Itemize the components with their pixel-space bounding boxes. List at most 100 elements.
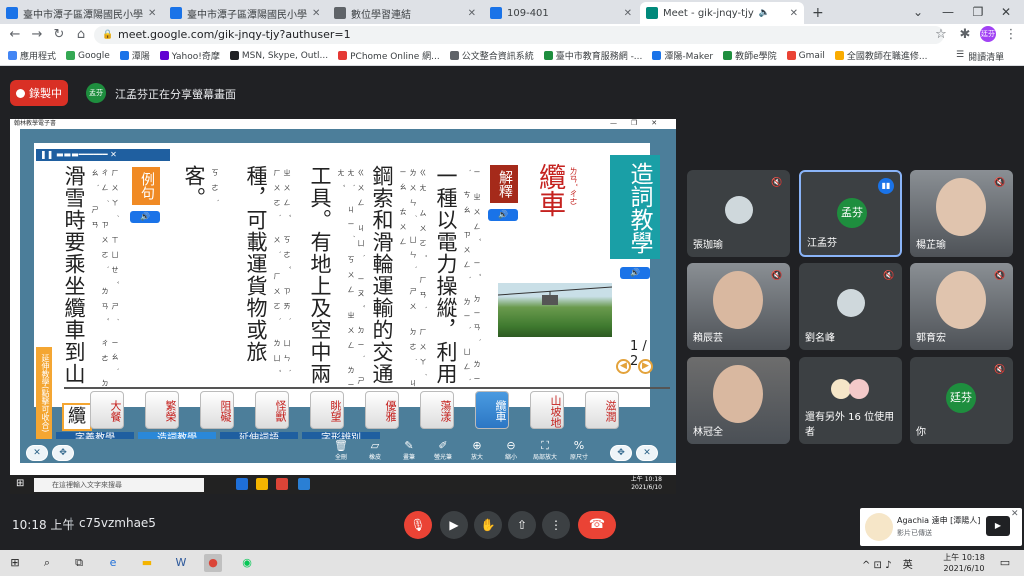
word-card[interactable]: 滋潤 bbox=[585, 391, 619, 429]
move-tool-button[interactable]: ✥ bbox=[52, 445, 74, 461]
ebook-tool[interactable]: ✐ 螢光筆 bbox=[430, 439, 456, 461]
chrome-icon[interactable]: ● bbox=[204, 554, 222, 572]
toast-close-icon[interactable]: ✕ bbox=[1011, 509, 1019, 519]
tool-icon: ⊕ bbox=[472, 439, 482, 452]
move-tool-button-right[interactable]: ✥ bbox=[610, 445, 632, 461]
reload-icon[interactable]: ↻ bbox=[50, 26, 68, 44]
browser-tab[interactable]: 數位學習連結 ✕ bbox=[328, 2, 482, 24]
word-card[interactable]: 眺望 bbox=[310, 391, 344, 429]
recording-indicator[interactable]: 錄製中 bbox=[10, 80, 68, 106]
participant-tile[interactable]: 🔇 楊芷瑜 bbox=[910, 170, 1013, 257]
ebook-tool[interactable]: ⊖ 縮小 bbox=[498, 439, 524, 461]
browser-tab[interactable]: 109-401 ✕ bbox=[484, 2, 638, 24]
participant-tile[interactable]: 孟芬 ▮▮ 江孟芬 bbox=[799, 170, 902, 257]
tab-close-icon[interactable]: ✕ bbox=[468, 8, 476, 19]
bookmark-item[interactable]: 教師e學院 bbox=[723, 49, 777, 62]
next-page-button[interactable]: ▶ bbox=[638, 359, 653, 374]
tab-close-icon[interactable]: ✕ bbox=[312, 8, 320, 19]
bookmark-item[interactable]: 臺中市教育服務網 -... bbox=[543, 49, 642, 62]
bookmark-item[interactable]: 公文整合資訊系統 bbox=[449, 49, 534, 62]
meeting-code[interactable]: c75vzmhae5 bbox=[79, 516, 156, 530]
word-card[interactable]: 蕩漾 bbox=[420, 391, 454, 429]
bookmark-item[interactable]: 全國教師在職進修... bbox=[834, 49, 927, 62]
participant-tile[interactable]: 🔇 劉名峰 bbox=[799, 263, 902, 350]
word-icon[interactable]: W bbox=[172, 554, 190, 572]
participant-tile[interactable]: 🔇 郭育宏 bbox=[910, 263, 1013, 350]
profile-avatar[interactable]: 廷芬 bbox=[980, 26, 996, 42]
address-bar[interactable]: 🔒 meet.google.com/gik-jnqy-tjy?authuser=… bbox=[94, 26, 944, 44]
word-card[interactable]: 山坡地 bbox=[530, 391, 564, 429]
home-icon[interactable]: ⌂ bbox=[72, 26, 90, 44]
bookmark-item[interactable]: 應用程式 bbox=[8, 49, 56, 62]
mic-off-button[interactable]: 🎙 bbox=[404, 511, 432, 539]
word-card[interactable]: 優雅 bbox=[365, 391, 399, 429]
participant-tile[interactable]: 林冠全 bbox=[687, 357, 790, 444]
close-tool-button-right[interactable]: ✕ bbox=[636, 445, 658, 461]
ebook-tool[interactable]: 🗑 全刪 bbox=[328, 439, 354, 461]
record-dot-icon bbox=[16, 88, 25, 98]
ebook-tool[interactable]: ▱ 橡皮 bbox=[362, 439, 388, 461]
line-icon[interactable]: ◉ bbox=[238, 554, 256, 572]
close-tool-button[interactable]: ✕ bbox=[26, 445, 48, 461]
participant-tile[interactable]: 廷芬 🔇 你 bbox=[910, 357, 1013, 444]
close-window-icon[interactable]: ✕ bbox=[996, 3, 1016, 21]
bookmark-item[interactable]: 潭陽-Maker bbox=[652, 49, 713, 62]
taskbar-clock[interactable]: 上午 10:18 2021/6/10 bbox=[940, 552, 988, 574]
start-icon[interactable]: ⊞ bbox=[6, 554, 24, 572]
word-card[interactable]: 纜車 bbox=[475, 391, 509, 429]
ebook-tool[interactable]: % 原尺寸 bbox=[566, 439, 592, 461]
notification-center-icon[interactable]: ▭ bbox=[996, 554, 1014, 572]
browser-tab[interactable]: 臺中市潭子區潭陽國民小學 ✕ bbox=[0, 2, 162, 24]
edge-icon[interactable]: e bbox=[104, 554, 122, 572]
ebook-tool[interactable]: ⊕ 放大 bbox=[464, 439, 490, 461]
tab-close-icon[interactable]: ✕ bbox=[790, 8, 798, 19]
example-speaker-icon[interactable]: 🔊 bbox=[130, 211, 160, 223]
bookmark-item[interactable]: PChome Online 網... bbox=[338, 49, 440, 62]
prev-page-button[interactable]: ◀ bbox=[616, 359, 631, 374]
word-card[interactable]: 怪獸 bbox=[255, 391, 289, 429]
ebook-tool[interactable]: ✎ 畫筆 bbox=[396, 439, 422, 461]
bookmark-item[interactable]: Gmail bbox=[786, 51, 825, 61]
participant-tile[interactable]: 🔇 賴辰芸 bbox=[687, 263, 790, 350]
present-screen-button[interactable]: ⇧ bbox=[508, 511, 536, 539]
file-explorer-icon[interactable]: ▬ bbox=[138, 554, 156, 572]
bookmark-item[interactable]: 潭陽 bbox=[119, 49, 150, 62]
explain-speaker-icon[interactable]: 🔊 bbox=[488, 209, 518, 221]
word-card[interactable]: 大餐 bbox=[90, 391, 124, 429]
participant-tile[interactable]: 🔇 張珈瑜 bbox=[687, 170, 790, 257]
extension-sidebar-toggle[interactable]: 延伸教學(點擊可收合) bbox=[36, 347, 52, 439]
bookmark-item[interactable]: Yahoo!奇摩 bbox=[159, 49, 220, 62]
bookmark-star-icon[interactable]: ☆ bbox=[932, 26, 950, 44]
raise-hand-button[interactable]: ✋ bbox=[474, 511, 502, 539]
back-icon[interactable]: ← bbox=[6, 26, 24, 44]
task-view-icon[interactable]: ⧉ bbox=[70, 554, 88, 572]
browser-tab[interactable]: 臺中市潭子區潭陽國民小學 ✕ bbox=[164, 2, 326, 24]
more-menu-icon[interactable]: ⋮ bbox=[1002, 26, 1020, 44]
bookmark-item[interactable]: MSN, Skype, Outl... bbox=[229, 51, 328, 61]
reading-list[interactable]: ☰ 閱讀清單 bbox=[956, 50, 1004, 63]
more-options-button[interactable]: ⋮ bbox=[542, 511, 570, 539]
camera-button[interactable]: ▶ bbox=[440, 511, 468, 539]
search-icon[interactable]: ⌕ bbox=[38, 554, 56, 572]
leave-call-button[interactable]: ☎ bbox=[578, 511, 616, 539]
word-card[interactable]: 繁榮 bbox=[145, 391, 179, 429]
tab-search-icon[interactable]: ⌄ bbox=[908, 3, 928, 21]
word-card[interactable]: 阻礙 bbox=[200, 391, 234, 429]
maximize-icon[interactable]: ❐ bbox=[968, 3, 988, 21]
category-speaker-icon[interactable]: 🔊 bbox=[620, 267, 650, 279]
ebook-tool[interactable]: ⛶ 局部放大 bbox=[532, 439, 558, 461]
browser-tab[interactable]: Meet - gik-jnqy-tjy 🔈 ✕ bbox=[640, 2, 804, 24]
minimize-icon[interactable]: — bbox=[938, 3, 958, 21]
forward-icon[interactable]: → bbox=[28, 26, 46, 44]
new-tab-button[interactable]: + bbox=[806, 2, 830, 24]
bookmark-item[interactable]: Google bbox=[66, 51, 110, 61]
tab-close-icon[interactable]: ✕ bbox=[148, 8, 156, 19]
notification-toast[interactable]: Agachia 遠申 [潭陽人] 影片已傳送 ▶ ✕ bbox=[860, 508, 1022, 546]
tab-close-icon[interactable]: ✕ bbox=[624, 8, 632, 19]
extensions-icon[interactable]: ✱ bbox=[956, 26, 974, 44]
participant-tile[interactable]: 還有另外 16 位使用者 bbox=[799, 357, 902, 444]
audio-player-bar[interactable]: ❚❚ ▬▬▬━━━━━━ ✕ bbox=[36, 149, 170, 161]
video-play-icon[interactable]: ▶ bbox=[986, 516, 1010, 536]
tab-audio-icon[interactable]: 🔈 bbox=[759, 8, 770, 18]
system-tray[interactable]: ^ ⊡ ♪ 英 bbox=[862, 556, 913, 571]
